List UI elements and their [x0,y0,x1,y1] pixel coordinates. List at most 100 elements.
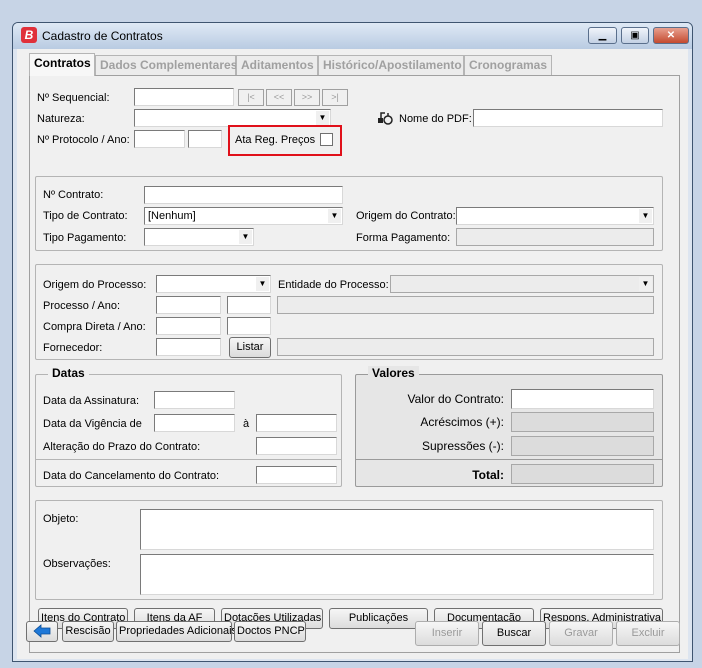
numero-contrato-label: Nº Contrato: [43,189,104,201]
data-assinatura-label: Data da Assinatura: [43,395,140,407]
first-record-button[interactable]: |< [238,89,264,106]
last-record-button[interactable]: >| [322,89,348,106]
data-cancelamento-label: Data do Cancelamento do Contrato: [43,470,220,482]
origem-contrato-label: Origem do Contrato: [356,210,456,222]
contracts-window: B Cadastro de Contratos ▁ ▣ ✕ Contratos … [12,22,693,662]
title-bar[interactable]: B Cadastro de Contratos ▁ ▣ ✕ [13,23,692,49]
sequencial-label: Nº Sequencial: [37,92,110,104]
fornecedor-nome-input[interactable] [277,338,654,356]
contrato-group: Nº Contrato: Tipo de Contrato: [Nenhum] … [35,176,663,251]
processo-input[interactable] [156,296,221,314]
ata-reg-precos-label: Ata Reg. Preços [235,134,316,146]
supressoes-input[interactable] [511,436,654,456]
tab-dados-complementares[interactable]: Dados Complementares [95,55,237,75]
close-icon: ✕ [666,30,676,41]
valores-group: Valores Valor do Contrato: Acréscimos (+… [355,366,663,487]
objeto-textarea[interactable] [140,509,654,550]
app-logo-icon: B [21,27,37,43]
inserir-button[interactable]: Inserir [415,621,479,646]
tipo-contrato-label: Tipo de Contrato: [43,210,128,222]
chevron-down-icon: ▼ [256,277,269,291]
tipo-contrato-select[interactable]: [Nenhum] ▼ [144,207,343,225]
protocolo-input[interactable] [134,130,185,148]
processo-ano-input[interactable] [227,296,271,314]
tab-aditamentos[interactable]: Aditamentos [236,55,318,75]
window-client: Contratos Dados Complementares Aditament… [17,49,688,659]
data-assinatura-input[interactable] [154,391,235,409]
tab-cronogramas[interactable]: Cronogramas [464,55,552,75]
chevron-down-icon: ▼ [639,209,652,223]
rescisao-button[interactable]: Rescisão [62,621,114,642]
acrescimos-input[interactable] [511,412,654,432]
origem-contrato-select[interactable]: ▼ [456,207,654,225]
tipo-pagamento-label: Tipo Pagamento: [43,232,127,244]
maximize-button[interactable]: ▣ [621,27,649,44]
chevron-down-icon: ▼ [316,111,329,125]
back-button[interactable] [26,621,58,642]
protocolo-ano-input[interactable] [188,130,222,148]
forma-pagamento-label: Forma Pagamento: [356,232,451,244]
entidade-processo-label: Entidade do Processo: [278,279,389,291]
tipo-pagamento-select[interactable]: ▼ [144,228,254,246]
back-arrow-icon [33,624,51,638]
fornecedor-input[interactable] [156,338,221,356]
contratos-panel: Nº Sequencial: |< << >> >| Natureza: ▼ N… [29,75,680,653]
pdf-file-icon [377,110,395,126]
objeto-label: Objeto: [43,513,79,525]
close-button[interactable]: ✕ [653,27,689,44]
minimize-button[interactable]: ▁ [588,27,617,44]
chevron-down-icon: ▼ [239,230,252,244]
publicacoes-button[interactable]: Publicações [329,608,428,629]
data-vigencia-fim-input[interactable] [256,414,337,432]
excluir-button[interactable]: Excluir [616,621,680,646]
datas-group: Datas Data da Assinatura: Data da Vigênc… [35,366,342,487]
entidade-processo-select[interactable]: ▼ [390,275,654,293]
data-cancelamento-input[interactable] [256,466,337,484]
numero-contrato-input[interactable] [144,186,343,204]
previous-record-button[interactable]: << [266,89,292,106]
tab-contratos[interactable]: Contratos [29,53,95,76]
vigencia-separator: à [243,418,250,430]
pdf-input[interactable] [473,109,663,127]
valores-divider [356,459,662,460]
doctos-pncp-button[interactable]: Doctos PNCP [234,621,306,642]
processo-descricao-input[interactable] [277,296,654,314]
valores-title: Valores [368,366,419,380]
buscar-button[interactable]: Buscar [482,621,546,646]
sequencial-input[interactable] [134,88,234,106]
record-navigator: |< << >> >| [238,88,348,107]
compra-direta-label: Compra Direta / Ano: [43,321,146,333]
alteracao-prazo-label: Alteração do Prazo do Contrato: [43,441,201,453]
forma-pagamento-input[interactable] [456,228,654,246]
acrescimos-label: Acréscimos (+): [420,415,504,429]
fornecedor-label: Fornecedor: [43,342,103,354]
compra-direta-ano-input[interactable] [227,317,271,335]
data-vigencia-inicio-input[interactable] [154,414,235,432]
processo-ano-label: Processo / Ano: [43,300,121,312]
window-title: Cadastro de Contratos [42,29,163,43]
datas-divider [36,459,341,460]
total-label: Total: [472,468,504,482]
tipo-contrato-value: [Nenhum] [148,210,196,222]
listar-button[interactable]: Listar [229,337,271,358]
data-vigencia-label: Data da Vigência de [43,418,142,430]
chevron-down-icon: ▼ [639,277,652,291]
observacoes-label: Observações: [43,558,111,570]
ata-reg-precos-checkbox[interactable] [320,133,333,146]
natureza-label: Natureza: [37,113,85,125]
total-input[interactable] [511,464,654,484]
origem-processo-select[interactable]: ▼ [156,275,271,293]
observacoes-textarea[interactable] [140,554,654,595]
textos-group: Objeto: Observações: [35,500,663,600]
processo-group: Origem do Processo: ▼ Entidade do Proces… [35,264,663,360]
valor-contrato-input[interactable] [511,389,654,409]
compra-direta-input[interactable] [156,317,221,335]
valor-contrato-label: Valor do Contrato: [407,392,505,406]
tab-historico-apostilamento[interactable]: Histórico/Apostilamento [318,55,464,75]
restore-icon: ▣ [630,30,640,41]
gravar-button[interactable]: Gravar [549,621,613,646]
propriedades-adicionais-button[interactable]: Propriedades Adicionais [116,621,237,642]
next-record-button[interactable]: >> [294,89,320,106]
alteracao-prazo-input[interactable] [256,437,337,455]
origem-processo-label: Origem do Processo: [43,279,147,291]
